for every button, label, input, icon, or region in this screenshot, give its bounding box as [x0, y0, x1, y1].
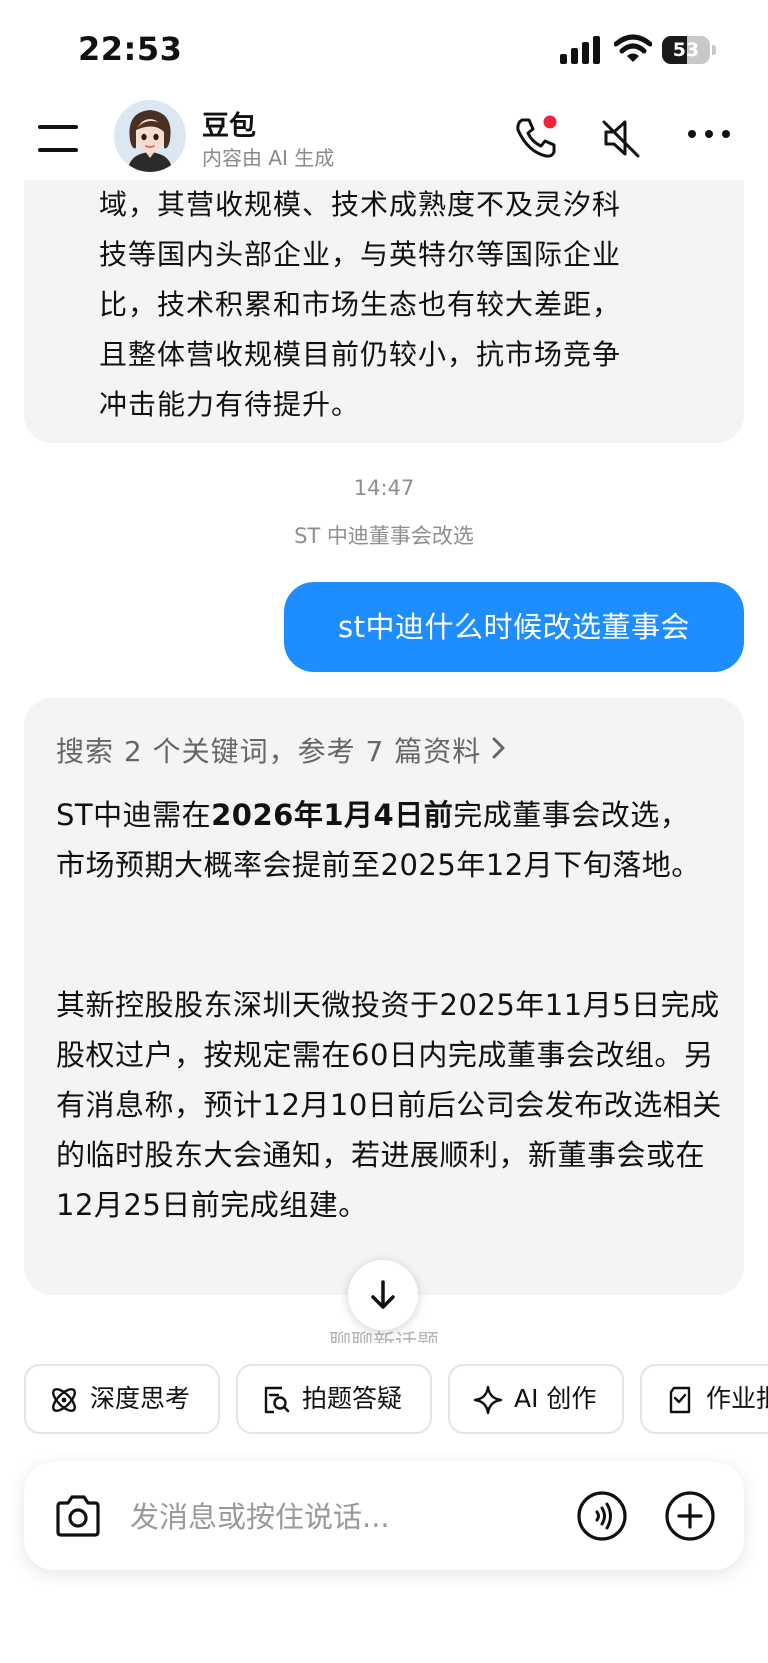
bot-name[interactable]: 豆包	[202, 104, 256, 143]
chip-label: 作业批改	[706, 1384, 768, 1413]
status-bar: 22:53 53	[0, 0, 768, 96]
answer-deadline: 2026年1月4日前	[211, 798, 454, 832]
homework-check-chip[interactable]: 作业批改	[640, 1364, 768, 1434]
sparkle-icon	[473, 1385, 503, 1415]
voice-input-icon[interactable]	[576, 1490, 628, 1542]
cellular-signal-icon	[560, 36, 600, 64]
arrow-down-icon	[371, 1280, 395, 1309]
chip-label: AI 创作	[514, 1384, 597, 1413]
more-options-icon[interactable]	[686, 126, 732, 142]
message-timestamp: 14:47	[353, 476, 415, 500]
avatar[interactable]	[114, 100, 186, 172]
atom-icon	[52, 1388, 76, 1412]
conversation-topic: ST 中迪董事会改选	[294, 524, 474, 548]
quick-actions-bar: 深度思考 拍题答疑 AI 创作 作业批改	[0, 1362, 768, 1438]
ai-message-text: 域，其营收规模、技术成熟度不及灵汐科 技等国内头部企业，与英特尔等国际企业 比，…	[99, 180, 719, 430]
wifi-icon	[614, 34, 652, 62]
text-line: 冲击能力有待提升。	[99, 388, 361, 421]
search-sources-link[interactable]: 搜索 2 个关键词，参考 7 篇资料	[56, 730, 507, 770]
chevron-right-icon	[491, 735, 507, 768]
ai-create-chip[interactable]: AI 创作	[448, 1364, 624, 1434]
add-attachment-icon[interactable]	[664, 1490, 716, 1542]
status-time: 22:53	[78, 30, 183, 68]
battery-percent: 53	[672, 39, 700, 61]
text-line: 比，技术积累和市场生态也有较大差距，	[99, 288, 622, 321]
message-composer	[24, 1462, 744, 1570]
camera-icon[interactable]	[54, 1494, 102, 1538]
photo-question-chip[interactable]: 拍题答疑	[236, 1364, 432, 1434]
user-message[interactable]: st中迪什么时候改选董事会	[284, 582, 744, 672]
phone-call-icon[interactable]	[512, 114, 560, 162]
search-summary: 搜索 2 个关键词，参考 7 篇资料	[56, 735, 482, 768]
ai-generated-note: 内容由 AI 生成	[202, 146, 335, 170]
text-line: 域，其营收规模、技术成熟度不及灵汐科	[99, 188, 622, 221]
photo-search-icon	[264, 1386, 290, 1414]
message-input[interactable]	[128, 1486, 572, 1548]
text-line: 且整体营收规模目前仍较小，抗市场竞争	[99, 338, 622, 371]
battery-indicator: 53	[662, 36, 718, 64]
answer-paragraph-1: ST中迪需在2026年1月4日前完成董事会改选，市场预期大概率会提前至2025年…	[56, 790, 716, 890]
scroll-to-bottom-button[interactable]	[348, 1260, 418, 1330]
ai-message-answer: 搜索 2 个关键词，参考 7 篇资料 ST中迪需在2026年1月4日前完成董事会…	[24, 698, 744, 1295]
homework-icon	[669, 1386, 691, 1414]
ai-message-previous: 域，其营收规模、技术成熟度不及灵汐科 技等国内头部企业，与英特尔等国际企业 比，…	[24, 150, 744, 443]
chip-label: 深度思考	[90, 1384, 191, 1413]
menu-icon[interactable]	[38, 122, 80, 154]
notification-dot	[543, 115, 557, 129]
speaker-mute-icon[interactable]	[598, 114, 646, 162]
answer-text: ST中迪需在	[56, 798, 212, 832]
chip-label: 拍题答疑	[302, 1384, 403, 1413]
chat-header: 豆包 内容由 AI 生成	[0, 96, 768, 180]
deep-thinking-chip[interactable]: 深度思考	[24, 1364, 220, 1434]
answer-paragraph-2: 其新控股股东深圳天微投资于2025年11月5日完成股权过户，按规定需在60日内完…	[56, 988, 722, 1222]
text-line: 技等国内头部企业，与英特尔等国际企业	[99, 238, 622, 271]
